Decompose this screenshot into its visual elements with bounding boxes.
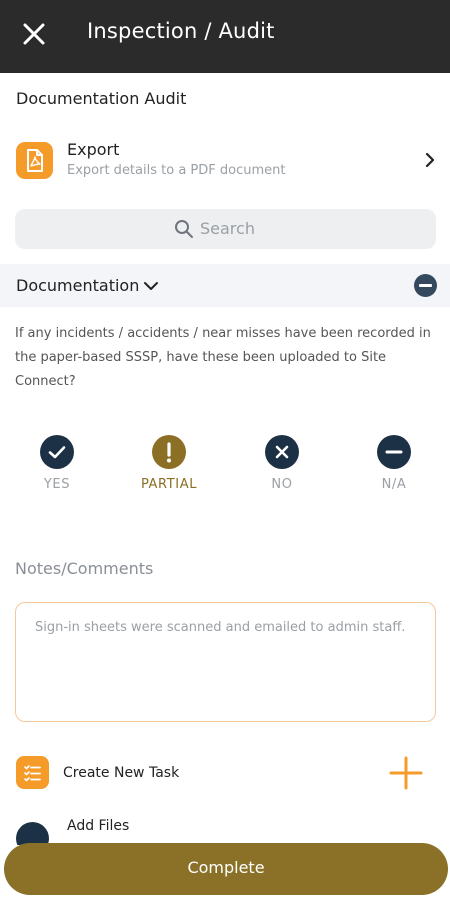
section-header: Documentation <box>0 264 450 307</box>
plus-icon[interactable] <box>388 755 424 791</box>
notes-textarea[interactable]: Sign-in sheets were scanned and emailed … <box>15 602 436 722</box>
option-no-button[interactable]: NO <box>237 435 327 499</box>
question-text: If any incidents / accidents / near miss… <box>15 326 431 389</box>
option-partial-button[interactable]: PARTIAL <box>124 435 214 499</box>
attachment-icon <box>16 822 49 845</box>
minus-icon <box>377 435 411 469</box>
search-placeholder: Search <box>200 219 255 238</box>
add-files-row[interactable]: Add Files <box>0 815 450 845</box>
option-na-button[interactable]: N/A <box>349 435 439 499</box>
option-partial-label: PARTIAL <box>140 477 198 492</box>
export-subtitle: Export details to a PDF document <box>67 163 286 178</box>
x-icon <box>265 435 299 469</box>
export-row[interactable]: Export Export details to a PDF document <box>0 135 450 187</box>
page-title: Inspection / Audit <box>87 19 275 43</box>
task-list-icon <box>16 756 49 789</box>
check-icon <box>40 435 74 469</box>
search-input[interactable]: Search <box>15 209 436 249</box>
notes-label: Notes/Comments <box>15 559 154 578</box>
create-task-label: Create New Task <box>63 765 180 781</box>
complete-button[interactable]: Complete <box>4 843 448 895</box>
add-files-label: Add Files <box>67 818 130 834</box>
app-header: Inspection / Audit <box>0 0 450 73</box>
option-na-label: N/A <box>381 477 407 492</box>
chevron-down-icon[interactable] <box>143 281 159 291</box>
pdf-file-icon <box>16 142 53 179</box>
exclamation-icon <box>152 435 186 469</box>
notes-placeholder: Sign-in sheets were scanned and emailed … <box>35 620 406 635</box>
audit-name: Documentation Audit <box>16 89 187 108</box>
option-yes-button[interactable]: YES <box>12 435 102 499</box>
complete-label: Complete <box>187 858 265 877</box>
chevron-right-icon <box>425 152 435 168</box>
option-no-label: NO <box>271 477 293 492</box>
export-title: Export <box>67 140 120 159</box>
search-icon <box>175 220 193 238</box>
collapse-section-icon[interactable] <box>414 274 437 297</box>
option-yes-label: YES <box>43 477 71 492</box>
create-task-row[interactable]: Create New Task <box>0 753 450 793</box>
section-title[interactable]: Documentation <box>16 276 139 295</box>
close-icon[interactable] <box>20 20 48 48</box>
